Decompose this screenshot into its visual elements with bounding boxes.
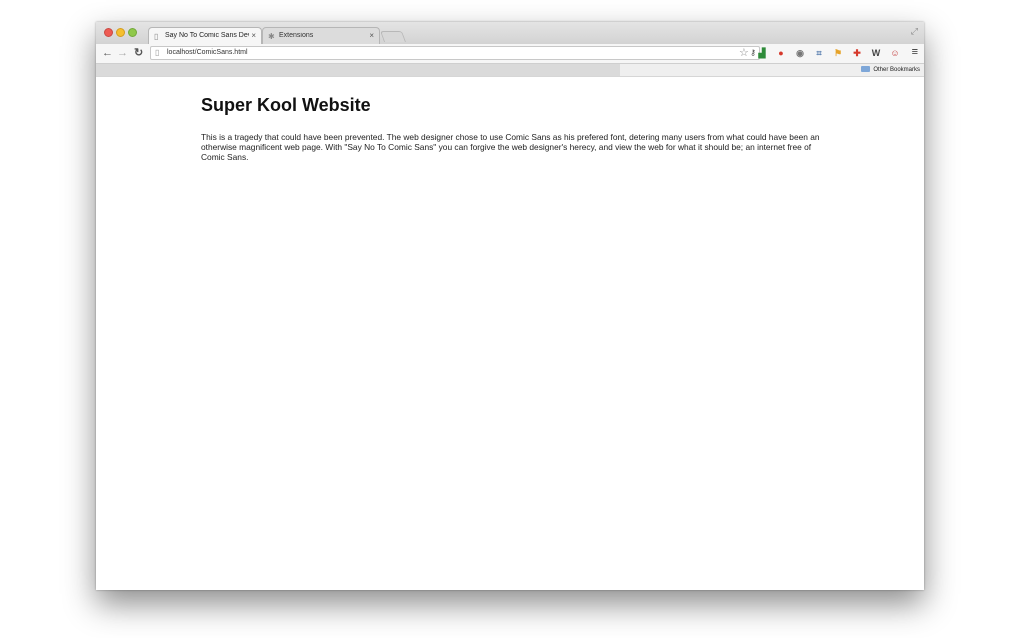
browser-window: ▯ Say No To Comic Sans Dev × ✱ Extension… xyxy=(96,22,924,590)
tab-extensions[interactable]: ✱ Extensions × xyxy=(262,27,380,44)
bookmark-flag-extension-icon[interactable]: ⚑ xyxy=(832,47,844,59)
bookmarks-bar-background xyxy=(96,64,620,76)
tab-strip: ▯ Say No To Comic Sans Dev × ✱ Extension… xyxy=(96,22,924,44)
forward-arrow-icon[interactable]: → xyxy=(117,46,128,60)
new-tab-button[interactable] xyxy=(379,31,407,42)
other-bookmarks-button[interactable]: Other Bookmarks xyxy=(861,66,920,73)
puzzle-extension-icon[interactable]: ✚ xyxy=(851,47,863,59)
frame-extension-icon[interactable]: ⌗ xyxy=(813,47,825,59)
window-minimize-button[interactable] xyxy=(116,28,125,37)
other-bookmarks-label: Other Bookmarks xyxy=(873,67,920,73)
page-icon: ▯ xyxy=(155,48,160,57)
tab-close-icon[interactable]: × xyxy=(369,31,374,40)
page-icon: ▯ xyxy=(154,32,159,41)
reload-icon[interactable]: ↻ xyxy=(134,46,143,60)
bookmarks-bar: Other Bookmarks xyxy=(96,64,924,77)
window-zoom-button[interactable] xyxy=(128,28,137,37)
puzzle-piece-icon: ✱ xyxy=(268,32,275,41)
page-paragraph: This is a tragedy that could have been p… xyxy=(201,132,820,162)
page-content: Super Kool Website This is a tragedy tha… xyxy=(96,77,924,590)
back-arrow-icon[interactable]: ← xyxy=(102,46,113,60)
face-extension-icon[interactable]: ☺ xyxy=(889,47,901,59)
red-circle-extension-icon[interactable]: ● xyxy=(775,47,787,59)
tab-close-icon[interactable]: × xyxy=(251,31,256,40)
folder-icon xyxy=(861,66,871,72)
menu-icon[interactable]: ≡ xyxy=(912,46,918,58)
address-text: localhost/ComicSans.html xyxy=(167,49,248,56)
fullscreen-icon[interactable]: ⤢ xyxy=(911,26,918,37)
bookmark-star-icon[interactable]: ☆ xyxy=(739,46,749,59)
tab-say-no-to-comic-sans[interactable]: ▯ Say No To Comic Sans Dev × xyxy=(148,27,262,44)
browser-toolbar: ← → ↻ ▯ localhost/ComicSans.html ⚷ ☆ ▟ ● ◉… xyxy=(96,44,924,64)
gray-circle-extension-icon[interactable]: ◉ xyxy=(794,47,806,59)
tab-title: Say No To Comic Sans Dev xyxy=(165,32,249,39)
page-heading: Super Kool Website xyxy=(201,95,371,115)
window-close-button[interactable] xyxy=(104,28,113,37)
tab-title: Extensions xyxy=(279,32,314,39)
address-bar[interactable]: ▯ localhost/ComicSans.html ⚷ xyxy=(150,46,760,60)
wikipedia-extension-icon[interactable]: W xyxy=(870,47,882,59)
bar-chart-extension-icon[interactable]: ▟ xyxy=(756,47,768,59)
